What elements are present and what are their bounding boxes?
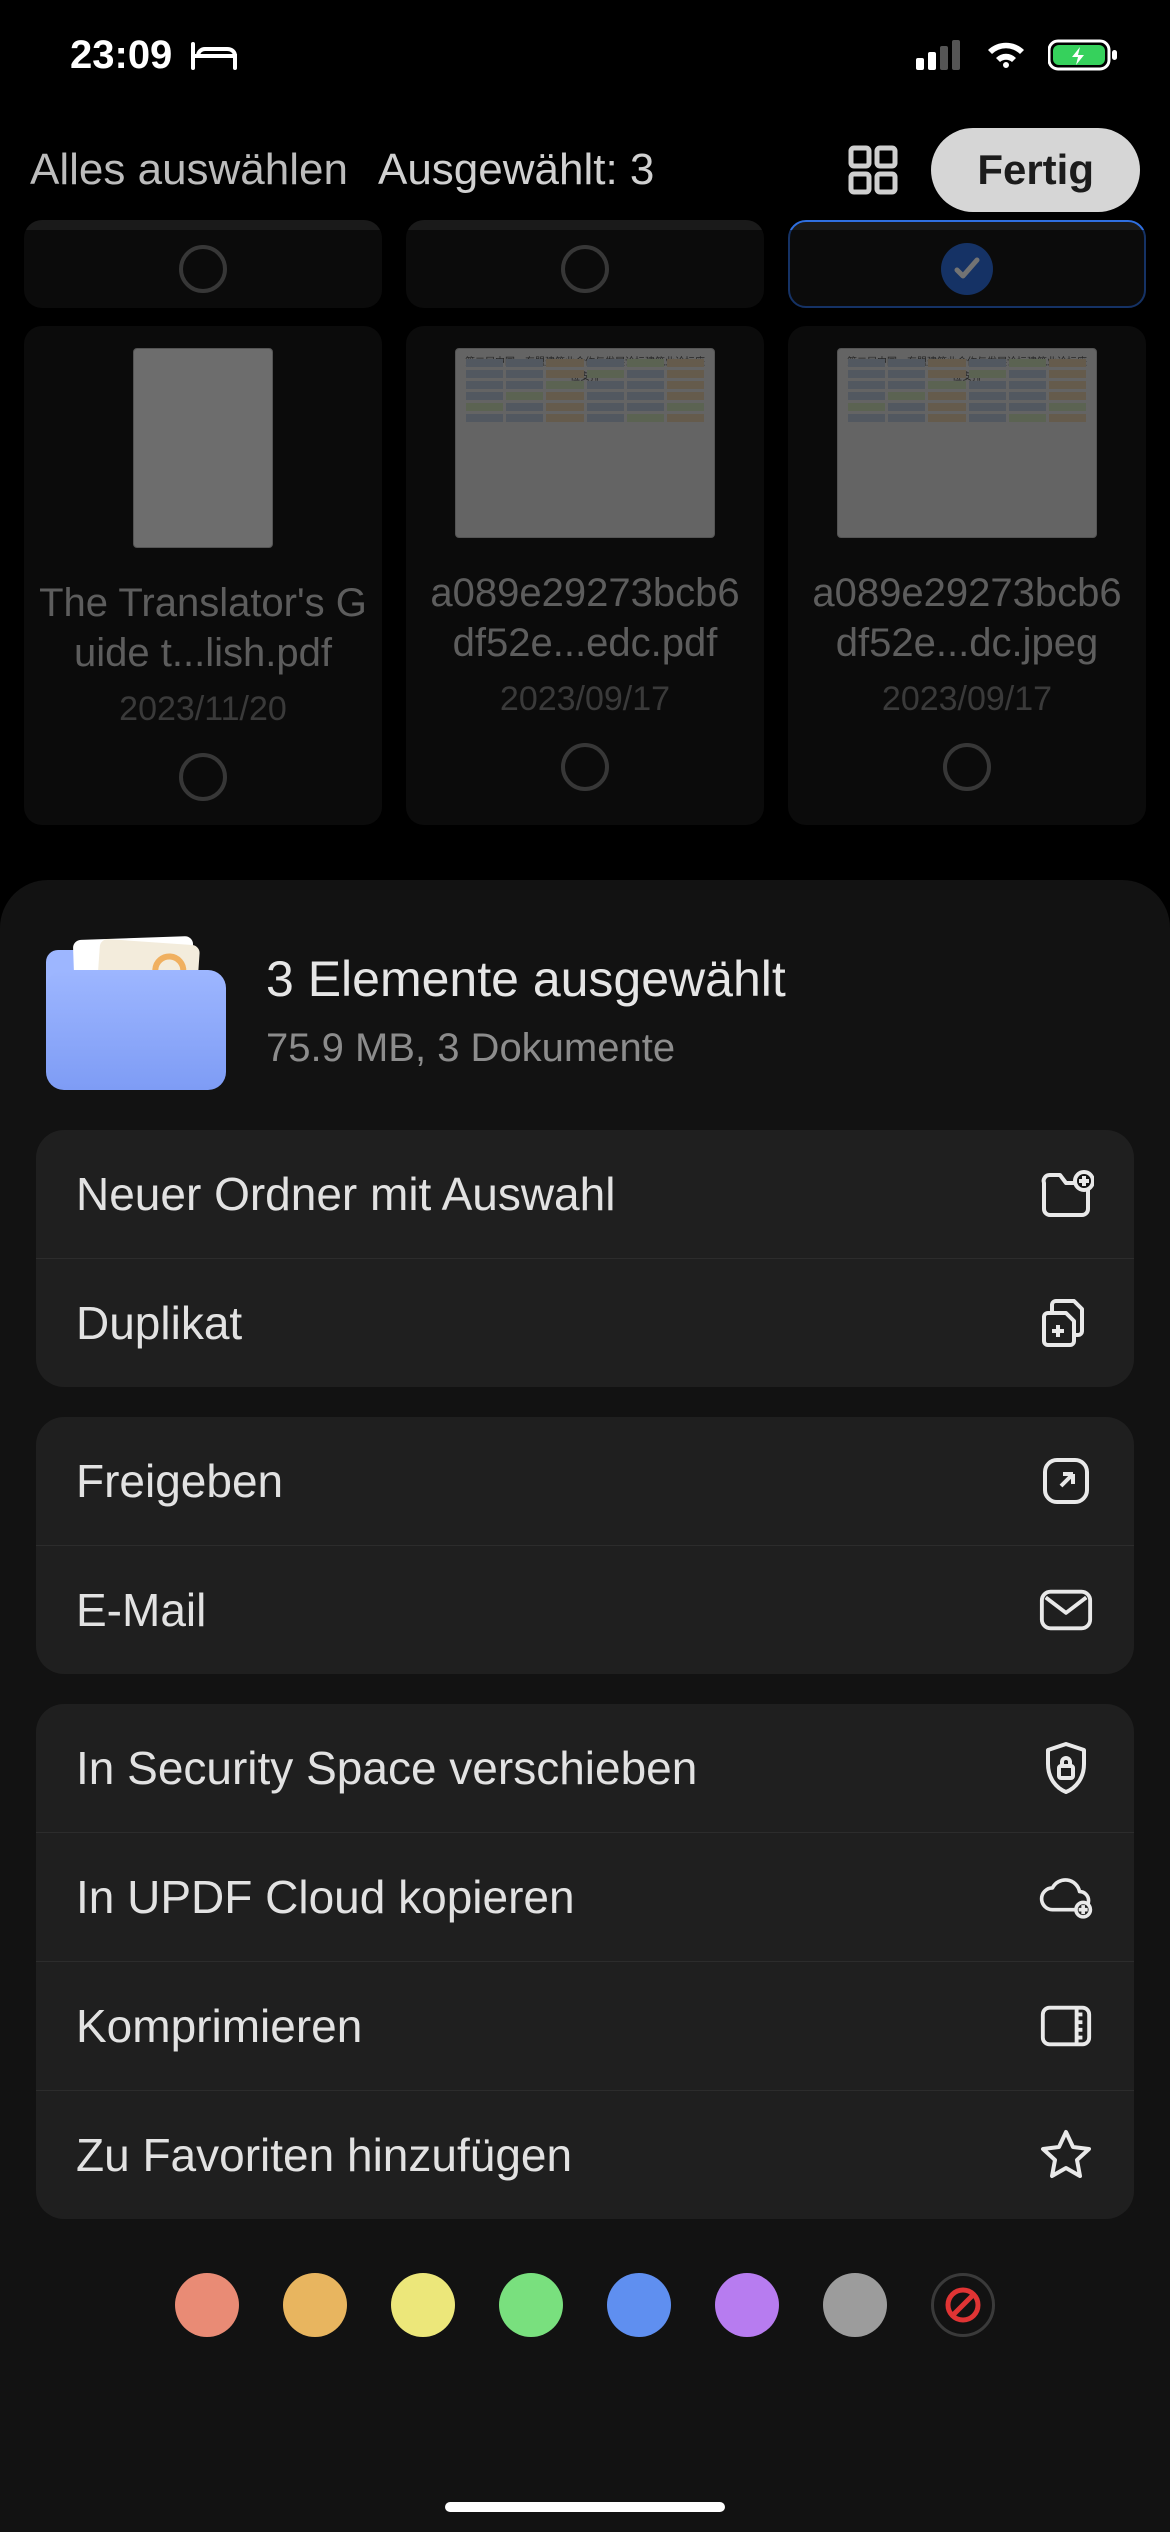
action-group-2: Freigeben E-Mail bbox=[36, 1417, 1134, 1674]
selected-count: Ausgewählt: 3 bbox=[378, 145, 654, 195]
file-name: a089e29273bcb6df52e...edc.pdf bbox=[420, 568, 750, 668]
color-swatch[interactable] bbox=[823, 2273, 887, 2337]
file-card-stub[interactable] bbox=[406, 220, 764, 308]
bed-icon bbox=[190, 36, 238, 74]
sheet-header: 3 Elemente ausgewählt 75.9 MB, 3 Dokumen… bbox=[36, 916, 1134, 1130]
file-date: 2023/09/17 bbox=[882, 680, 1052, 719]
wifi-icon bbox=[982, 38, 1030, 72]
view-grid-button[interactable] bbox=[845, 142, 901, 198]
status-time: 23:09 bbox=[70, 33, 172, 78]
row-label: In UPDF Cloud kopieren bbox=[76, 1870, 575, 1924]
checkmark-icon bbox=[941, 243, 993, 295]
share-icon bbox=[1038, 1453, 1094, 1509]
share-button[interactable]: Freigeben bbox=[36, 1417, 1134, 1545]
row-label: E-Mail bbox=[76, 1583, 206, 1637]
file-card[interactable]: 第二届中国—东盟建筑业合作与发展论坛建筑业论坛座位安排 a089e29273bc… bbox=[406, 326, 764, 825]
no-color-icon[interactable] bbox=[931, 2273, 995, 2337]
selection-ring-icon bbox=[179, 245, 227, 293]
selection-ring-icon bbox=[561, 245, 609, 293]
sheet-title: 3 Elemente ausgewählt bbox=[266, 950, 786, 1008]
cloud-plus-icon bbox=[1038, 1869, 1094, 1925]
cellular-icon bbox=[916, 40, 964, 70]
mail-icon bbox=[1038, 1582, 1094, 1638]
row-label: Zu Favoriten hinzufügen bbox=[76, 2128, 572, 2182]
file-card-stub-selected[interactable] bbox=[788, 220, 1146, 308]
status-bar: 23:09 bbox=[0, 0, 1170, 110]
row-label: Neuer Ordner mit Auswahl bbox=[76, 1167, 615, 1221]
select-all-button[interactable]: Alles auswählen bbox=[30, 145, 348, 195]
file-card[interactable]: 第二届中国—东盟建筑业合作与发展论坛建筑业论坛座位安排 a089e29273bc… bbox=[788, 326, 1146, 825]
file-thumbnail bbox=[133, 348, 273, 548]
action-sheet: 3 Elemente ausgewählt 75.9 MB, 3 Dokumen… bbox=[0, 880, 1170, 2532]
color-tag-row bbox=[36, 2249, 1134, 2347]
duplicate-button[interactable]: Duplikat bbox=[36, 1258, 1134, 1387]
favorite-button[interactable]: Zu Favoriten hinzufügen bbox=[36, 2090, 1134, 2219]
selection-toolbar: Alles auswählen Ausgewählt: 3 Fertig bbox=[0, 110, 1170, 230]
color-swatch[interactable] bbox=[715, 2273, 779, 2337]
color-swatch[interactable] bbox=[607, 2273, 671, 2337]
file-card[interactable]: The Translator's Guide t...lish.pdf 2023… bbox=[24, 326, 382, 825]
folder-icon bbox=[46, 930, 226, 1090]
selection-ring-icon bbox=[179, 753, 227, 801]
done-button[interactable]: Fertig bbox=[931, 128, 1140, 212]
email-button[interactable]: E-Mail bbox=[36, 1545, 1134, 1674]
color-swatch[interactable] bbox=[499, 2273, 563, 2337]
row-label: Freigeben bbox=[76, 1454, 283, 1508]
home-indicator[interactable] bbox=[445, 2502, 725, 2512]
color-swatch[interactable] bbox=[175, 2273, 239, 2337]
status-right bbox=[916, 38, 1120, 72]
file-name: a089e29273bcb6df52e...dc.jpeg bbox=[802, 568, 1132, 668]
compress-button[interactable]: Komprimieren bbox=[36, 1961, 1134, 2090]
file-thumbnail: 第二届中国—东盟建筑业合作与发展论坛建筑业论坛座位安排 bbox=[837, 348, 1097, 538]
file-date: 2023/11/20 bbox=[119, 690, 287, 729]
row-label: Komprimieren bbox=[76, 1999, 362, 2053]
shield-lock-icon bbox=[1038, 1740, 1094, 1796]
files-area: The Translator's Guide t...lish.pdf 2023… bbox=[0, 230, 1170, 825]
battery-charging-icon bbox=[1048, 38, 1120, 72]
zip-icon bbox=[1038, 1998, 1094, 2054]
sheet-subtitle: 75.9 MB, 3 Dokumente bbox=[266, 1026, 786, 1071]
star-icon bbox=[1038, 2127, 1094, 2183]
action-group-3: In Security Space verschieben In UPDF Cl… bbox=[36, 1704, 1134, 2219]
row-label: Duplikat bbox=[76, 1296, 242, 1350]
file-card-stub[interactable] bbox=[24, 220, 382, 308]
cloud-copy-button[interactable]: In UPDF Cloud kopieren bbox=[36, 1832, 1134, 1961]
color-swatch[interactable] bbox=[391, 2273, 455, 2337]
color-swatch[interactable] bbox=[283, 2273, 347, 2337]
duplicate-icon bbox=[1038, 1295, 1094, 1351]
security-space-button[interactable]: In Security Space verschieben bbox=[36, 1704, 1134, 1832]
row-label: In Security Space verschieben bbox=[76, 1741, 697, 1795]
file-name: The Translator's Guide t...lish.pdf bbox=[38, 578, 368, 678]
file-thumbnail: 第二届中国—东盟建筑业合作与发展论坛建筑业论坛座位安排 bbox=[455, 348, 715, 538]
selection-ring-icon bbox=[561, 743, 609, 791]
status-left: 23:09 bbox=[70, 33, 238, 78]
file-date: 2023/09/17 bbox=[500, 680, 670, 719]
new-folder-button[interactable]: Neuer Ordner mit Auswahl bbox=[36, 1130, 1134, 1258]
selection-ring-icon bbox=[943, 743, 991, 791]
folder-plus-icon bbox=[1038, 1166, 1094, 1222]
action-group-1: Neuer Ordner mit Auswahl Duplikat bbox=[36, 1130, 1134, 1387]
